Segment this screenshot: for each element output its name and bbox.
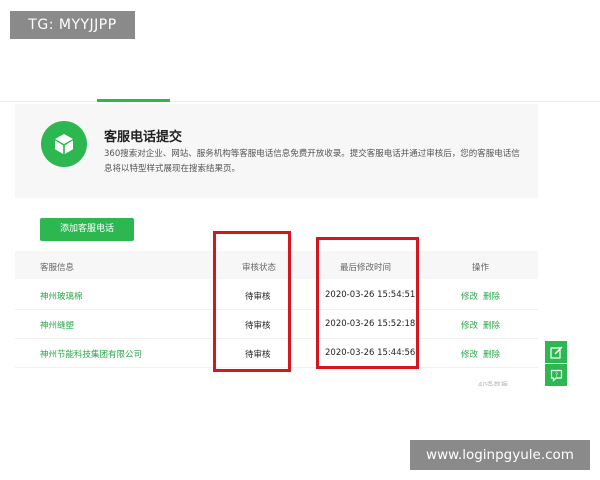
header-divider [0,101,600,102]
row-name-link[interactable]: 神州节能科技集团有限公司 [40,348,142,360]
intro-panel: 客服电话提交 360搜索对企业、网站、服务机构等客服电话信息免费开放收录。提交客… [15,104,538,198]
column-header-info: 客服信息 [40,263,75,273]
intro-description: 360搜索对企业、网站、服务机构等客服电话信息免费开放收录。提交客服电话并通过审… [104,149,520,174]
row-edit-link[interactable]: 修改 [461,348,478,360]
row-name-link[interactable]: 神州玻璃棉 [40,290,83,302]
row-edit-link[interactable]: 修改 [461,319,478,331]
help-chat-icon[interactable]: ? [545,364,567,386]
row-delete-link[interactable]: 删除 [483,348,500,360]
cube-icon [41,121,87,167]
row-delete-link[interactable]: 删除 [483,290,500,302]
page: TG: MYYJJPP 客服电话提交 360搜索对企业、网站、服务机构等客服电话… [0,0,600,480]
add-hotline-button[interactable]: 添加客服电话 [40,218,134,241]
row-edit-link[interactable]: 修改 [461,290,478,302]
bottom-watermark: www.loginpgyule.com [410,440,590,470]
top-watermark: TG: MYYJJPP [10,11,135,39]
svg-text:?: ? [554,371,557,378]
status-column-highlight [213,231,291,372]
intro-title: 客服电话提交 [104,130,183,145]
row-name-link[interactable]: 神州缝塑 [40,319,74,331]
column-header-action: 操作 [472,263,490,273]
active-tab-indicator [97,99,170,102]
edit-feedback-icon[interactable] [545,341,567,363]
row-delete-link[interactable]: 删除 [483,319,500,331]
pagination-hint: 40条数据 [478,381,508,386]
time-column-highlight [316,237,419,369]
